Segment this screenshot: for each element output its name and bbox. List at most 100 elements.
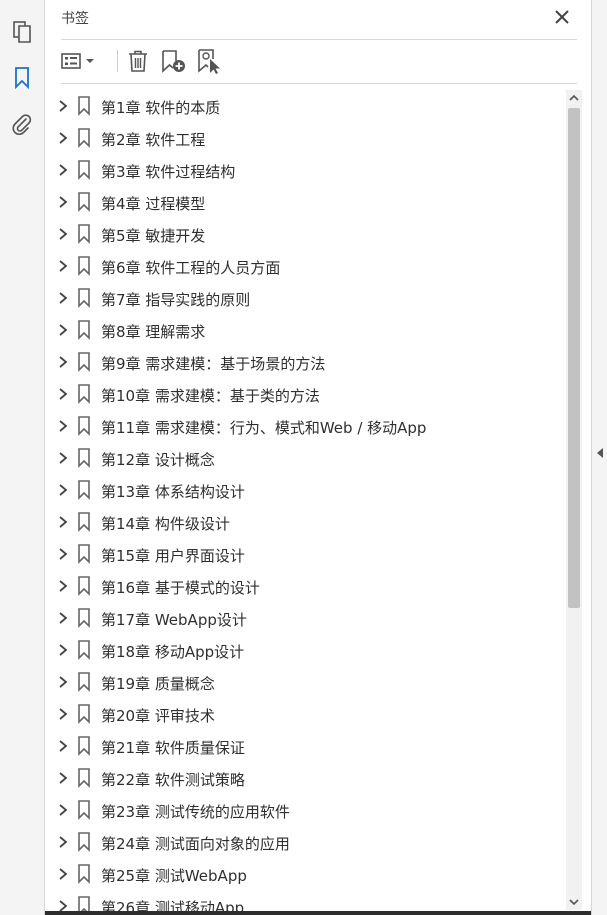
toolbar-divider-line [61,83,577,84]
chevron-right-icon[interactable] [57,739,69,753]
bookmark-icon [78,672,90,692]
bookmark-icon [78,96,90,116]
chevron-right-icon[interactable] [57,867,69,881]
bookmark-icon [78,448,90,468]
bookmark-icon [78,768,90,788]
chevron-right-icon[interactable] [57,643,69,657]
bookmark-label: 第20章 评审技术 [101,707,215,725]
chevron-right-icon[interactable] [57,547,69,561]
chevron-right-icon[interactable] [57,707,69,721]
bookmarks-button[interactable] [8,64,36,92]
bookmark-item[interactable]: 第5章 敏捷开发 [45,218,565,250]
bookmark-icon [78,128,90,148]
bookmark-from-selection-button[interactable] [195,46,223,76]
chevron-right-icon[interactable] [57,611,69,625]
chevron-right-icon[interactable] [57,835,69,849]
chevron-right-icon[interactable] [57,515,69,529]
bookmark-item[interactable]: 第3章 软件过程结构 [45,154,565,186]
bookmark-item[interactable]: 第10章 需求建模：基于类的方法 [45,378,565,410]
new-bookmark-button[interactable] [159,46,187,76]
bookmark-item[interactable]: 第2章 软件工程 [45,122,565,154]
vertical-scrollbar[interactable] [566,90,582,910]
chevron-right-icon[interactable] [57,387,69,401]
bookmark-item[interactable]: 第4章 过程模型 [45,186,565,218]
chevron-right-icon[interactable] [57,451,69,465]
bookmark-label: 第17章 WebApp设计 [101,611,247,629]
bookmark-icon [78,512,90,532]
bookmark-label: 第18章 移动App设计 [101,643,245,661]
bookmark-item[interactable]: 第25章 测试WebApp [45,858,565,890]
bookmark-label: 第10章 需求建模：基于类的方法 [101,387,320,405]
bookmark-item[interactable]: 第21章 软件质量保证 [45,730,565,762]
close-icon [555,10,569,24]
bookmark-label: 第5章 敏捷开发 [101,227,206,245]
scrollbar-thumb[interactable] [568,108,580,608]
chevron-up-icon [569,94,579,101]
chevron-right-icon[interactable] [57,291,69,305]
bookmark-label: 第23章 测试传统的应用软件 [101,803,290,821]
bookmark-label: 第19章 质量概念 [101,675,215,693]
bookmark-item[interactable]: 第18章 移动App设计 [45,634,565,666]
bookmark-icon [78,192,90,212]
options-menu-button[interactable] [59,46,97,76]
bookmark-label: 第24章 测试面向对象的应用 [101,835,290,853]
bookmark-item[interactable]: 第7章 指导实践的原则 [45,282,565,314]
bookmark-item[interactable]: 第1章 软件的本质 [45,90,565,122]
bottom-edge [45,911,591,915]
chevron-right-icon[interactable] [57,195,69,209]
bookmark-from-selection-icon [198,49,220,74]
options-menu-icon [61,53,94,69]
bookmark-item[interactable]: 第6章 软件工程的人员方面 [45,250,565,282]
chevron-right-icon[interactable] [57,675,69,689]
chevron-right-icon[interactable] [57,227,69,241]
bookmark-item[interactable]: 第17章 WebApp设计 [45,602,565,634]
chevron-right-icon[interactable] [57,419,69,433]
chevron-right-icon[interactable] [57,771,69,785]
bookmark-item[interactable]: 第24章 测试面向对象的应用 [45,826,565,858]
collapse-panel-button[interactable] [596,447,604,459]
bookmark-item[interactable]: 第20章 评审技术 [45,698,565,730]
chevron-right-icon[interactable] [57,483,69,497]
bookmark-item[interactable]: 第14章 构件级设计 [45,506,565,538]
attachments-button[interactable] [8,110,36,138]
bookmark-item[interactable]: 第19章 质量概念 [45,666,565,698]
bookmark-item[interactable]: 第9章 需求建模：基于场景的方法 [45,346,565,378]
bookmarks-toolbar [59,46,579,76]
chevron-right-icon[interactable] [57,163,69,177]
bookmark-label: 第2章 软件工程 [101,131,206,149]
delete-icon [129,50,147,72]
scroll-up-button[interactable] [566,90,582,106]
scroll-down-button[interactable] [566,894,582,910]
left-navigation-rail [0,0,45,915]
bookmark-label: 第25章 测试WebApp [101,867,247,885]
bookmark-item[interactable]: 第15章 用户界面设计 [45,538,565,570]
bookmark-label: 第4章 过程模型 [101,195,206,213]
chevron-down-icon [569,899,579,906]
attachment-icon [12,114,32,135]
chevron-right-icon[interactable] [57,259,69,273]
bookmark-item[interactable]: 第13章 体系结构设计 [45,474,565,506]
bookmark-label: 第1章 软件的本质 [101,99,221,117]
delete-bookmark-button[interactable] [125,46,151,76]
bookmark-item[interactable]: 第12章 设计概念 [45,442,565,474]
bookmark-item[interactable]: 第11章 需求建模：行为、模式和Web / 移动App [45,410,565,442]
chevron-right-icon[interactable] [57,131,69,145]
title-divider [61,39,577,40]
bookmark-item[interactable]: 第8章 理解需求 [45,314,565,346]
chevron-right-icon[interactable] [57,323,69,337]
pages-button[interactable] [8,18,36,46]
bookmark-icon [78,384,90,404]
bookmark-label: 第13章 体系结构设计 [101,483,245,501]
bookmark-icon [78,864,90,884]
chevron-right-icon[interactable] [57,355,69,369]
bookmark-item[interactable]: 第23章 测试传统的应用软件 [45,794,565,826]
chevron-right-icon[interactable] [57,579,69,593]
close-panel-button[interactable] [553,8,571,26]
bookmark-icon [78,224,90,244]
bookmark-item[interactable]: 第22章 软件测试策略 [45,762,565,794]
bookmark-item[interactable]: 第16章 基于模式的设计 [45,570,565,602]
chevron-right-icon[interactable] [57,99,69,113]
bookmark-icon [78,288,90,308]
bookmark-label: 第22章 软件测试策略 [101,771,245,789]
chevron-right-icon[interactable] [57,803,69,817]
